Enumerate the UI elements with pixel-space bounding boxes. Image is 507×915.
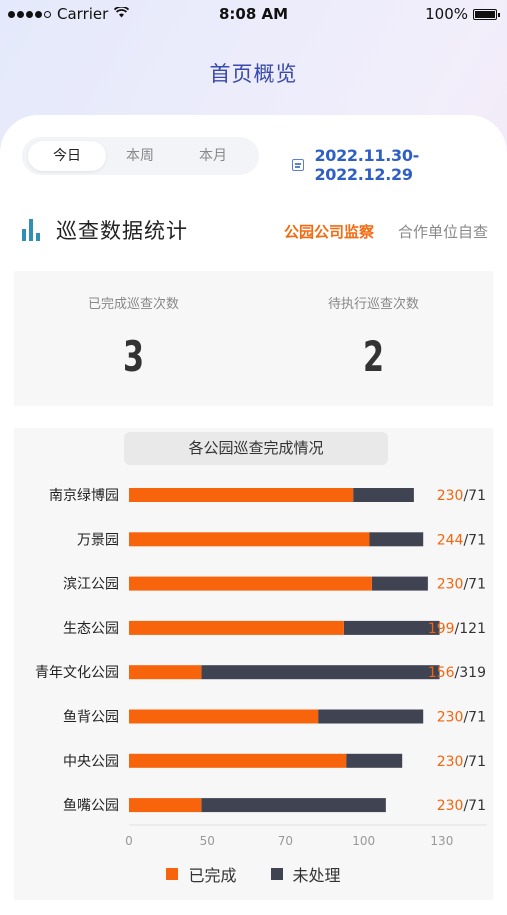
battery-label: 100% bbox=[425, 5, 468, 23]
chart-bar-completed bbox=[129, 798, 202, 813]
tab-this-week[interactable]: 本周 bbox=[101, 141, 179, 171]
chart-category-label: 鱼背公园 bbox=[63, 709, 119, 726]
chart-tick-label: 50 bbox=[200, 834, 215, 848]
park-completion-chart: 南京绿博园 230/71 万景园 244/71 滨江公园 230/71 生态公园 199/12… bbox=[35, 487, 487, 848]
stat-completed: 已完成巡查次数 3 bbox=[14, 271, 253, 381]
chart-value-label: 230/71 bbox=[437, 798, 486, 814]
chart-category-label: 生态公园 bbox=[63, 621, 119, 637]
legend-label-completed: 已完成 bbox=[188, 866, 237, 885]
chart-bar-completed bbox=[129, 665, 202, 680]
chart-tick-label: 0 bbox=[125, 834, 133, 848]
chart-category-label: 滨江公园 bbox=[63, 577, 119, 593]
stat-pending-value: 2 bbox=[362, 332, 385, 381]
chart-value-label: 230/71 bbox=[437, 710, 486, 726]
chart-bar-pending bbox=[201, 798, 386, 813]
chart-tick-label: 130 bbox=[430, 834, 453, 848]
chart-category-label: 中央公园 bbox=[63, 754, 119, 770]
chart-value-label: 230/71 bbox=[437, 754, 486, 770]
page-title: 首页概览 bbox=[209, 62, 298, 86]
chart-category-label: 南京绿博园 bbox=[49, 487, 119, 504]
chart-tick-label: 70 bbox=[278, 834, 293, 848]
chart-bar-completed bbox=[129, 532, 370, 547]
chart-bar-pending bbox=[343, 620, 440, 635]
chart-category-label: 鱼嘴公园 bbox=[63, 797, 119, 814]
legend-item-completed: 已完成 bbox=[166, 862, 237, 886]
chart-value-label: 230/71 bbox=[437, 488, 486, 504]
filter-partner-self-check[interactable]: 合作单位自查 bbox=[398, 221, 488, 242]
chart-category-label: 青年文化公园 bbox=[35, 665, 119, 681]
legend-swatch-completed bbox=[166, 868, 179, 880]
legend-item-pending: 未处理 bbox=[270, 862, 341, 886]
date-range-picker[interactable]: 2022.11.30-2022.12.29 bbox=[292, 146, 507, 184]
chart-value-label: 156/319 bbox=[428, 665, 486, 681]
chart-category-label: 万景园 bbox=[77, 532, 119, 548]
chart-value-label: 230/71 bbox=[437, 577, 486, 593]
tab-this-month[interactable]: 本月 bbox=[174, 141, 252, 171]
chart-title: 各公园巡查完成情况 bbox=[124, 432, 388, 465]
stat-completed-value: 3 bbox=[122, 332, 145, 381]
chart-bar-completed bbox=[129, 753, 347, 768]
section-header: 巡查数据统计 bbox=[22, 215, 188, 245]
chart-bar-pending bbox=[318, 709, 424, 724]
legend-label-pending: 未处理 bbox=[292, 866, 341, 885]
chart-legend: 已完成 未处理 bbox=[0, 862, 507, 886]
status-bar: Carrier 8:08 AM 100% bbox=[0, 0, 507, 28]
bar-chart-icon bbox=[22, 219, 40, 241]
chart-bar-completed bbox=[129, 488, 354, 502]
stats-panel: 已完成巡查次数 3 待执行巡查次数 2 bbox=[14, 271, 493, 406]
chart-bar-pending bbox=[369, 532, 424, 547]
status-right: 100% bbox=[425, 5, 500, 23]
chart-bar-completed bbox=[129, 709, 319, 724]
tab-today[interactable]: 今日 bbox=[28, 141, 106, 171]
legend-swatch-pending bbox=[270, 868, 283, 880]
chart-bar-pending bbox=[346, 753, 403, 768]
filter-park-company[interactable]: 公园公司监察 bbox=[284, 221, 374, 242]
stat-completed-label: 已完成巡查次数 bbox=[87, 297, 179, 312]
section-title: 巡查数据统计 bbox=[56, 219, 188, 243]
chart-bar-pending bbox=[353, 488, 414, 502]
chart-value-label: 199/121 bbox=[428, 621, 486, 637]
stat-pending-label: 待执行巡查次数 bbox=[327, 297, 419, 312]
battery-icon bbox=[473, 8, 500, 20]
date-range-label: 2022.11.30-2022.12.29 bbox=[314, 146, 419, 184]
period-segmented-control: 今日 本周 本月 bbox=[22, 137, 259, 175]
chart-tick-label: 100 bbox=[352, 834, 375, 848]
chart-value-label: 244/71 bbox=[437, 532, 486, 548]
chart-bar-completed bbox=[129, 620, 344, 635]
chart-bar-pending bbox=[201, 665, 440, 680]
chart-bar-pending bbox=[371, 576, 428, 591]
calendar-icon bbox=[292, 159, 305, 171]
stat-pending: 待执行巡查次数 2 bbox=[254, 271, 493, 381]
chart-bar-completed bbox=[129, 576, 372, 591]
